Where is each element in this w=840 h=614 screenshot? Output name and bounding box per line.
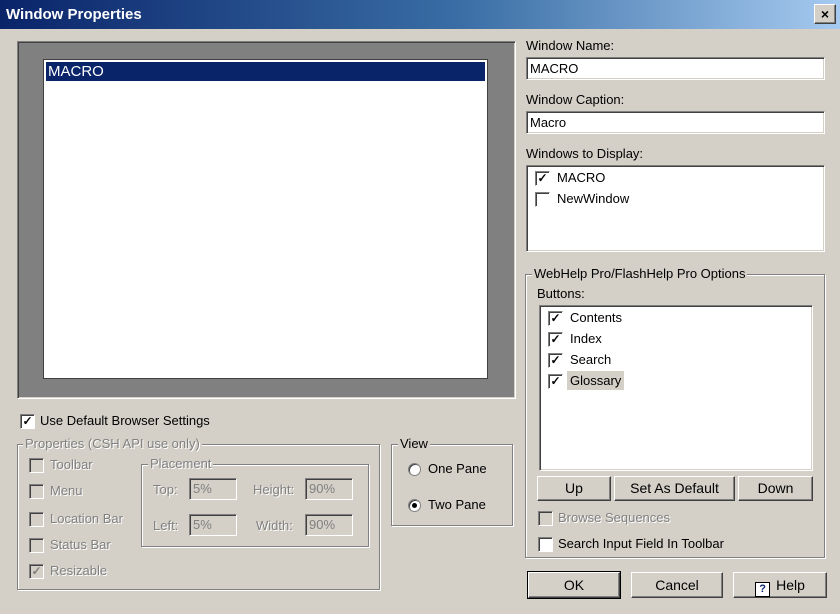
location-bar-checkbox[interactable]: [29, 512, 44, 527]
window-caption-label: Window Caption:: [526, 92, 625, 107]
resizable-checkbox[interactable]: ✓: [29, 564, 44, 579]
preview-item-macro[interactable]: MACRO: [46, 62, 485, 81]
left-input[interactable]: 5%: [189, 514, 237, 536]
resizable-label: Resizable: [50, 563, 108, 578]
title-bar: Window Properties ×: [0, 0, 840, 29]
webhelp-options-legend: WebHelp Pro/FlashHelp Pro Options: [532, 266, 748, 281]
help-button-label: Help: [776, 577, 805, 593]
two-pane-radio[interactable]: [408, 499, 421, 512]
buttons-label: Buttons:: [537, 286, 585, 301]
window-macro-label: MACRO: [557, 170, 606, 185]
contents-checkbox[interactable]: ✓: [548, 311, 563, 326]
contents-label: Contents: [570, 310, 623, 325]
close-icon: ×: [820, 6, 830, 22]
one-pane-radio[interactable]: [408, 463, 421, 476]
close-button[interactable]: ×: [814, 4, 836, 24]
search-checkbox[interactable]: ✓: [548, 353, 563, 368]
window-preview: MACRO: [43, 59, 488, 379]
toolbar-checkbox[interactable]: [29, 458, 44, 473]
view-group: [391, 444, 513, 526]
browse-sequences-label: Browse Sequences: [558, 510, 671, 525]
help-icon: ?: [755, 582, 771, 597]
browse-sequences-checkbox[interactable]: [538, 511, 553, 526]
buttons-list: ✓ Contents ✓ Index ✓ Search ✓ Glossary: [539, 305, 813, 471]
search-input-toolbar-checkbox[interactable]: [538, 537, 553, 552]
glossary-label: Glossary: [567, 371, 625, 390]
windows-to-display-label: Windows to Display:: [526, 146, 644, 161]
menu-label: Menu: [50, 483, 83, 498]
index-label: Index: [570, 331, 602, 346]
up-button[interactable]: Up: [537, 476, 611, 501]
height-input[interactable]: 90%: [305, 478, 353, 500]
window-caption-input[interactable]: Macro: [526, 111, 825, 134]
help-button[interactable]: ? Help: [733, 572, 827, 598]
window-name-label: Window Name:: [526, 38, 615, 53]
use-default-browser-label: Use Default Browser Settings: [40, 413, 210, 428]
window-newwindow-checkbox[interactable]: [535, 192, 550, 207]
ok-button[interactable]: OK: [527, 571, 621, 599]
top-input[interactable]: 5%: [189, 478, 237, 500]
properties-legend: Properties (CSH API use only): [23, 436, 202, 451]
search-input-toolbar-label: Search Input Field In Toolbar: [558, 536, 724, 551]
top-label: Top:: [153, 482, 178, 497]
location-bar-label: Location Bar: [50, 511, 123, 526]
index-checkbox[interactable]: ✓: [548, 332, 563, 347]
placement-legend: Placement: [148, 456, 214, 471]
use-default-browser-checkbox[interactable]: ✓: [20, 414, 35, 429]
width-input[interactable]: 90%: [305, 514, 353, 536]
down-button[interactable]: Down: [738, 476, 813, 501]
window-title: Window Properties: [6, 6, 142, 23]
status-bar-checkbox[interactable]: [29, 538, 44, 553]
window-newwindow-label: NewWindow: [557, 191, 630, 206]
windows-to-display-list: ✓ MACRO NewWindow: [526, 165, 825, 252]
two-pane-radio-dot: [412, 503, 417, 508]
cancel-button[interactable]: Cancel: [631, 572, 723, 598]
search-label: Search: [570, 352, 612, 367]
height-label: Height:: [253, 482, 295, 497]
glossary-checkbox[interactable]: ✓: [548, 374, 563, 389]
two-pane-label: Two Pane: [428, 497, 486, 512]
status-bar-label: Status Bar: [50, 537, 111, 552]
width-label: Width:: [256, 518, 293, 533]
set-as-default-button[interactable]: Set As Default: [614, 476, 735, 501]
one-pane-label: One Pane: [428, 461, 487, 476]
toolbar-label: Toolbar: [50, 457, 93, 472]
window-macro-checkbox[interactable]: ✓: [535, 171, 550, 186]
view-legend: View: [398, 436, 430, 451]
window-name-input[interactable]: MACRO: [526, 57, 825, 80]
left-label: Left:: [153, 518, 179, 533]
menu-checkbox[interactable]: [29, 484, 44, 499]
